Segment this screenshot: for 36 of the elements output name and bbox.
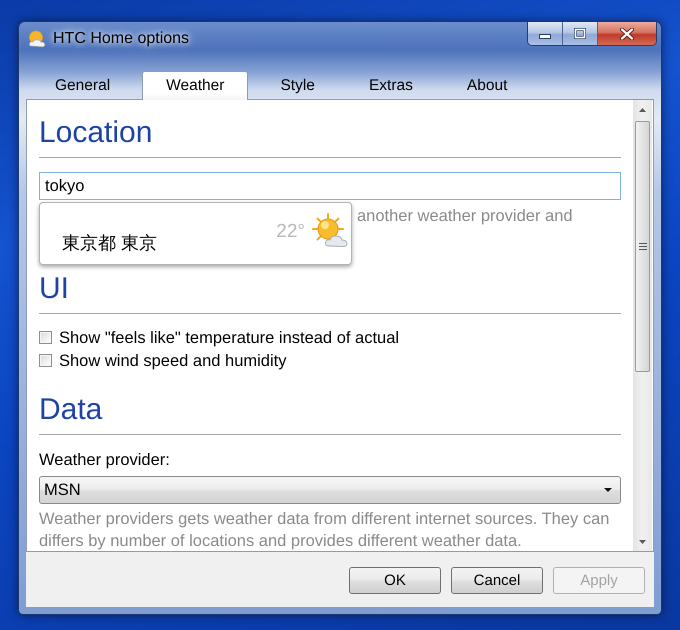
close-button[interactable] [598,22,656,45]
caret-icon [604,488,612,492]
tab[interactable]: Extras [346,71,435,99]
window-title: HTC Home options [53,29,190,49]
checkbox-label: Show "feels like" temperature instead of actual [59,328,400,348]
grip-icon [638,243,646,250]
minimize-button[interactable] [528,22,563,45]
cancel-button[interactable]: Cancel [451,567,543,594]
provider-dropdown[interactable]: MSN [39,476,621,504]
ok-button[interactable]: OK [349,567,441,594]
section-heading: Data [39,392,102,428]
up-arrow-icon [639,108,646,112]
city-name: 東京都 東京 [62,232,158,254]
maximize-button[interactable] [563,22,598,45]
checkbox[interactable] [39,354,52,367]
checkbox-label: Show wind speed and humidity [59,350,286,370]
sun-cloud-icon [28,30,46,48]
down-arrow-icon [639,540,646,544]
section-heading: Location [39,115,152,151]
temperature-text: 22° [276,221,305,243]
scrollbar-thumb[interactable] [635,121,650,372]
minimize-icon [539,34,551,39]
tab[interactable]: About [444,71,530,99]
checkbox[interactable] [39,331,52,344]
suggestion-item[interactable]: 東京都 東京 22° [39,202,352,265]
hint-text: another weather provider and [357,206,573,226]
tab[interactable]: General [33,71,132,99]
tab[interactable]: Weather [142,71,248,100]
field-label: Weather provider: [39,450,170,470]
location-field[interactable]: tokyo [39,172,621,200]
close-icon [620,28,634,40]
tab[interactable]: Style [258,71,337,99]
section-heading: UI [39,271,69,307]
maximize-icon [574,28,586,39]
sun-cloud-icon [312,213,348,249]
hint-text: Weather providers gets weather data from different internet sources. They can differs by number of locations and provides different weather data. [39,509,610,551]
